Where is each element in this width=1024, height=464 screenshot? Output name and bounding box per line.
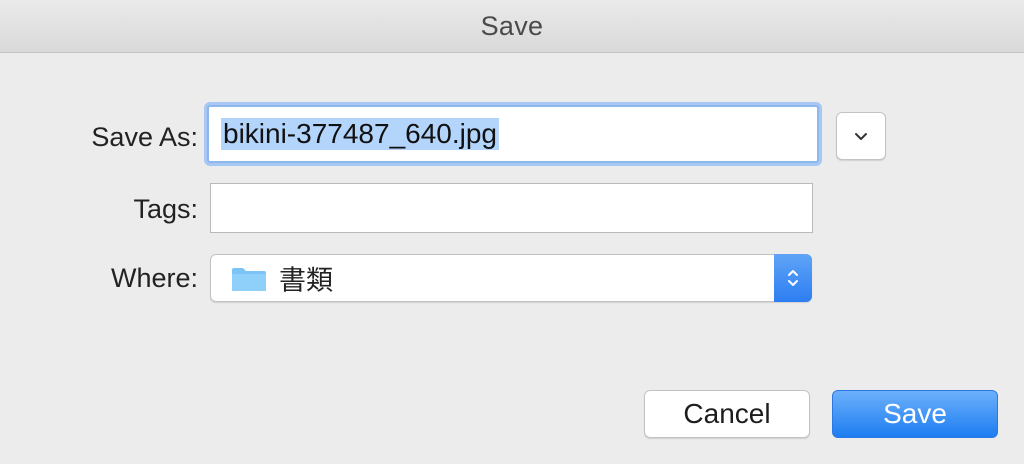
tags-field[interactable]	[210, 183, 813, 233]
chevron-down-icon	[855, 132, 867, 140]
where-popup[interactable]: 書類	[210, 254, 812, 302]
save-as-field[interactable]: bikini-377487_640.jpg	[207, 105, 819, 163]
save-button[interactable]: Save	[832, 390, 998, 438]
where-value: 書類	[279, 265, 333, 296]
up-down-chevron-icon	[788, 270, 798, 286]
save-as-value: bikini-377487_640.jpg	[221, 118, 499, 150]
window-title: Save	[480, 10, 544, 41]
title-bar[interactable]: Save	[0, 0, 1024, 53]
where-label: Where:	[110, 263, 198, 293]
where-stepper[interactable]	[774, 254, 812, 302]
tags-label: Tags:	[133, 194, 198, 224]
save-dialog: Save Save As: bikini-377487_640.jpg Tags…	[0, 0, 1024, 464]
cancel-button[interactable]: Cancel	[644, 390, 810, 438]
folder-icon	[232, 268, 266, 291]
save-as-label: Save As:	[91, 122, 198, 152]
expand-dialog-button[interactable]	[836, 112, 886, 160]
